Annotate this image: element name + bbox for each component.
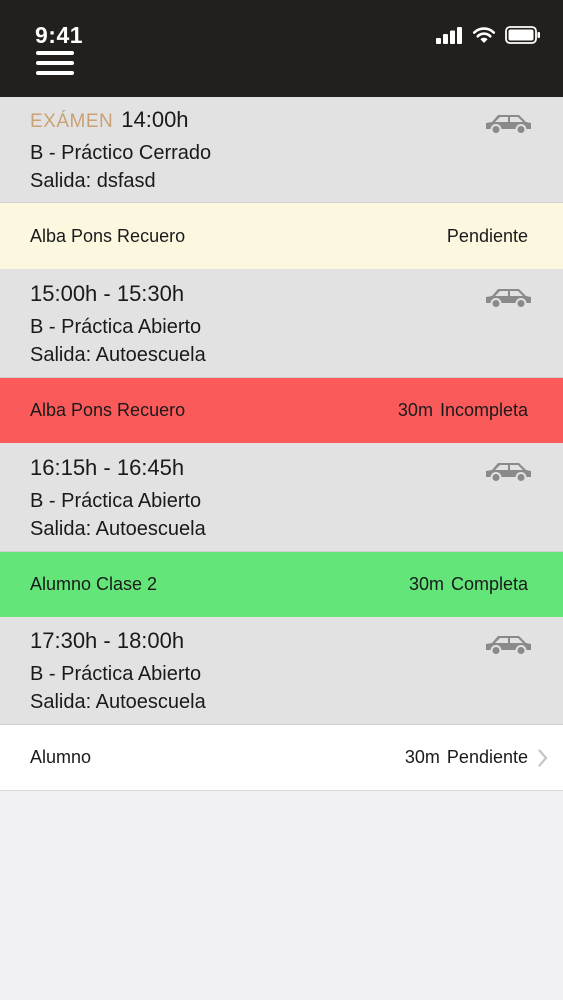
departure-label: Salida: (30, 518, 92, 540)
departure-label: Salida: (30, 344, 92, 366)
lesson-time: 15:00h - 15:30h (30, 281, 185, 306)
lesson-type: B - Práctico Cerrado (30, 142, 212, 164)
lesson-type: B - Práctica Abierto (30, 316, 202, 338)
lesson-type: B - Práctica Abierto (30, 490, 202, 512)
lesson-duration: 30m (397, 400, 433, 420)
lesson-time: 16:15h - 16:45h (30, 455, 185, 480)
car-icon (486, 115, 531, 135)
lesson-duration: 30m (408, 574, 444, 594)
top-bar: 9:41 (0, 0, 563, 97)
departure-value: dsfasd (96, 170, 156, 192)
departure-value: Autoescuela (95, 518, 206, 540)
student-name: Alumno Clase 2 (30, 574, 158, 594)
lesson-duration: 30m (404, 747, 440, 767)
student-status-row[interactable]: Alba Pons Recuero Pendiente (0, 203, 563, 269)
car-icon (486, 636, 531, 656)
battery-icon (505, 26, 540, 44)
student-name: Alba Pons Recuero (30, 400, 186, 420)
hamburger-menu-icon[interactable] (36, 51, 74, 77)
lesson-card[interactable]: 17:30h - 18:00h B - Práctica Abierto Sal… (0, 617, 563, 725)
student-status-row[interactable]: Alumno Clase 2 30m Completa (0, 552, 563, 617)
departure-value: Autoescuela (95, 344, 206, 366)
cellular-signal-icon (436, 26, 462, 44)
student-status-row[interactable]: Alumno 30m Pendiente (0, 725, 563, 791)
lesson-card[interactable]: 15:00h - 15:30h B - Práctica Abierto Sal… (0, 269, 563, 378)
status-icons (436, 24, 541, 46)
lesson-status: Incompleta (439, 400, 528, 420)
car-icon (486, 463, 531, 483)
car-icon (486, 289, 531, 309)
status-time: 9:41 (35, 22, 84, 48)
wifi-icon (472, 27, 496, 43)
lesson-type: B - Práctica Abierto (30, 663, 202, 685)
departure-label: Salida: (30, 691, 92, 713)
chevron-right-icon (538, 725, 548, 790)
lesson-status: Completa (450, 574, 528, 594)
student-name: Alumno (30, 747, 92, 767)
exam-label: EXÁMEN (30, 111, 114, 132)
lesson-departure: Salida: Autoescuela (30, 344, 206, 367)
student-name: Alba Pons Recuero (30, 225, 186, 246)
lesson-departure: Salida: Autoescuela (30, 691, 206, 714)
lesson-card[interactable]: EXÁMEN 14:00h B - Práctico Cerrado Salida… (0, 97, 563, 203)
departure-value: Autoescuela (95, 691, 206, 713)
lesson-time: 14:00h (121, 107, 189, 132)
student-status-row[interactable]: Alba Pons Recuero 30m Incompleta (0, 378, 563, 443)
lesson-card[interactable]: 16:15h - 16:45h B - Práctica Abierto Sal… (0, 443, 563, 552)
lesson-time-line: EXÁMEN 14:00h (30, 107, 189, 133)
lesson-departure: Salida: Autoescuela (30, 518, 206, 541)
lesson-status: Pendiente (446, 225, 528, 246)
lesson-time: 17:30h - 18:00h (30, 628, 185, 653)
lesson-departure: Salida: dsfasd (30, 170, 156, 193)
departure-label: Salida: (30, 170, 92, 192)
lesson-status: Pendiente (446, 747, 528, 767)
